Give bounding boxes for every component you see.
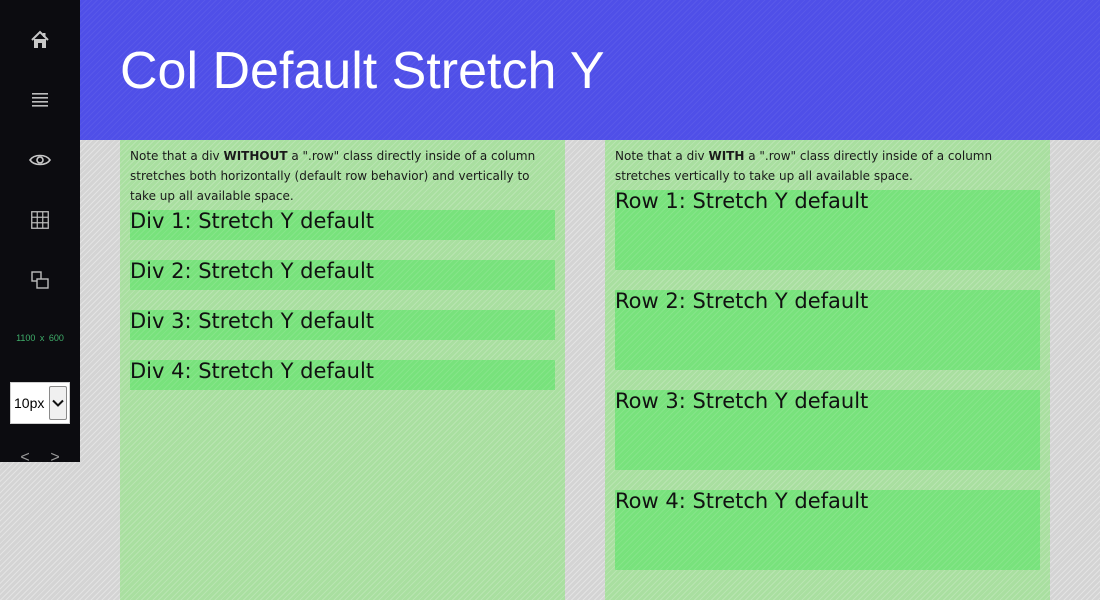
nav-menu[interactable] xyxy=(0,70,80,130)
nav-view[interactable] xyxy=(0,130,80,190)
unit-select-dropdown-button[interactable] xyxy=(49,386,67,420)
home-icon xyxy=(31,30,49,48)
stretch-row-4: Row 4: Stretch Y default xyxy=(615,490,1040,570)
next-button[interactable]: > xyxy=(47,448,63,468)
stretch-div-2: Div 2: Stretch Y default xyxy=(130,260,555,290)
chevron-down-icon xyxy=(52,399,64,407)
viewport-size-readout: 1100 x 600 xyxy=(16,333,64,343)
stretch-row-1: Row 1: Stretch Y default xyxy=(615,190,1040,270)
note-text: Note that a div xyxy=(130,149,224,163)
stretch-row-label: Row 4: Stretch Y default xyxy=(615,490,869,513)
right-column-note: Note that a div WITH a ".row" class dire… xyxy=(615,146,1040,186)
prev-button[interactable]: < xyxy=(17,448,33,468)
right-column: Note that a div WITH a ".row" class dire… xyxy=(605,140,1050,600)
grid-icon xyxy=(31,211,49,229)
nav-layers[interactable] xyxy=(0,250,80,310)
stretch-row-3: Row 3: Stretch Y default xyxy=(615,390,1040,470)
stretch-row-2: Row 2: Stretch Y default xyxy=(615,290,1040,370)
stretch-div-label: Div 2: Stretch Y default xyxy=(130,260,375,283)
stretch-div-1: Div 1: Stretch Y default xyxy=(130,210,555,240)
stretch-div-label: Div 3: Stretch Y default xyxy=(130,310,375,333)
unit-select-value: 10px xyxy=(14,395,45,411)
left-column-note: Note that a div WITHOUT a ".row" class d… xyxy=(130,146,555,206)
stretch-div-3: Div 3: Stretch Y default xyxy=(130,310,555,340)
layers-icon xyxy=(31,271,49,289)
stretch-div-label: Div 4: Stretch Y default xyxy=(130,360,375,383)
stretch-row-label: Row 1: Stretch Y default xyxy=(615,190,869,213)
sidebar: 1100 x 600 10px < > xyxy=(0,0,80,466)
note-emphasis: WITHOUT xyxy=(223,149,288,163)
stretch-div-label: Div 1: Stretch Y default xyxy=(130,210,375,233)
note-emphasis: WITH xyxy=(708,149,745,163)
page-title: Col Default Stretch Y xyxy=(120,42,605,100)
left-column: Note that a div WITHOUT a ".row" class d… xyxy=(120,140,565,600)
stretch-div-4: Div 4: Stretch Y default xyxy=(130,360,555,390)
menu-icon xyxy=(32,93,48,107)
page-header: Col Default Stretch Y xyxy=(80,0,1100,140)
nav-home[interactable] xyxy=(0,10,80,70)
eye-icon xyxy=(29,154,51,166)
stretch-row-label: Row 2: Stretch Y default xyxy=(615,290,869,313)
note-text: Note that a div xyxy=(615,149,709,163)
nav-grid[interactable] xyxy=(0,190,80,250)
stretch-row-label: Row 3: Stretch Y default xyxy=(615,390,869,413)
unit-select[interactable]: 10px xyxy=(10,382,70,424)
